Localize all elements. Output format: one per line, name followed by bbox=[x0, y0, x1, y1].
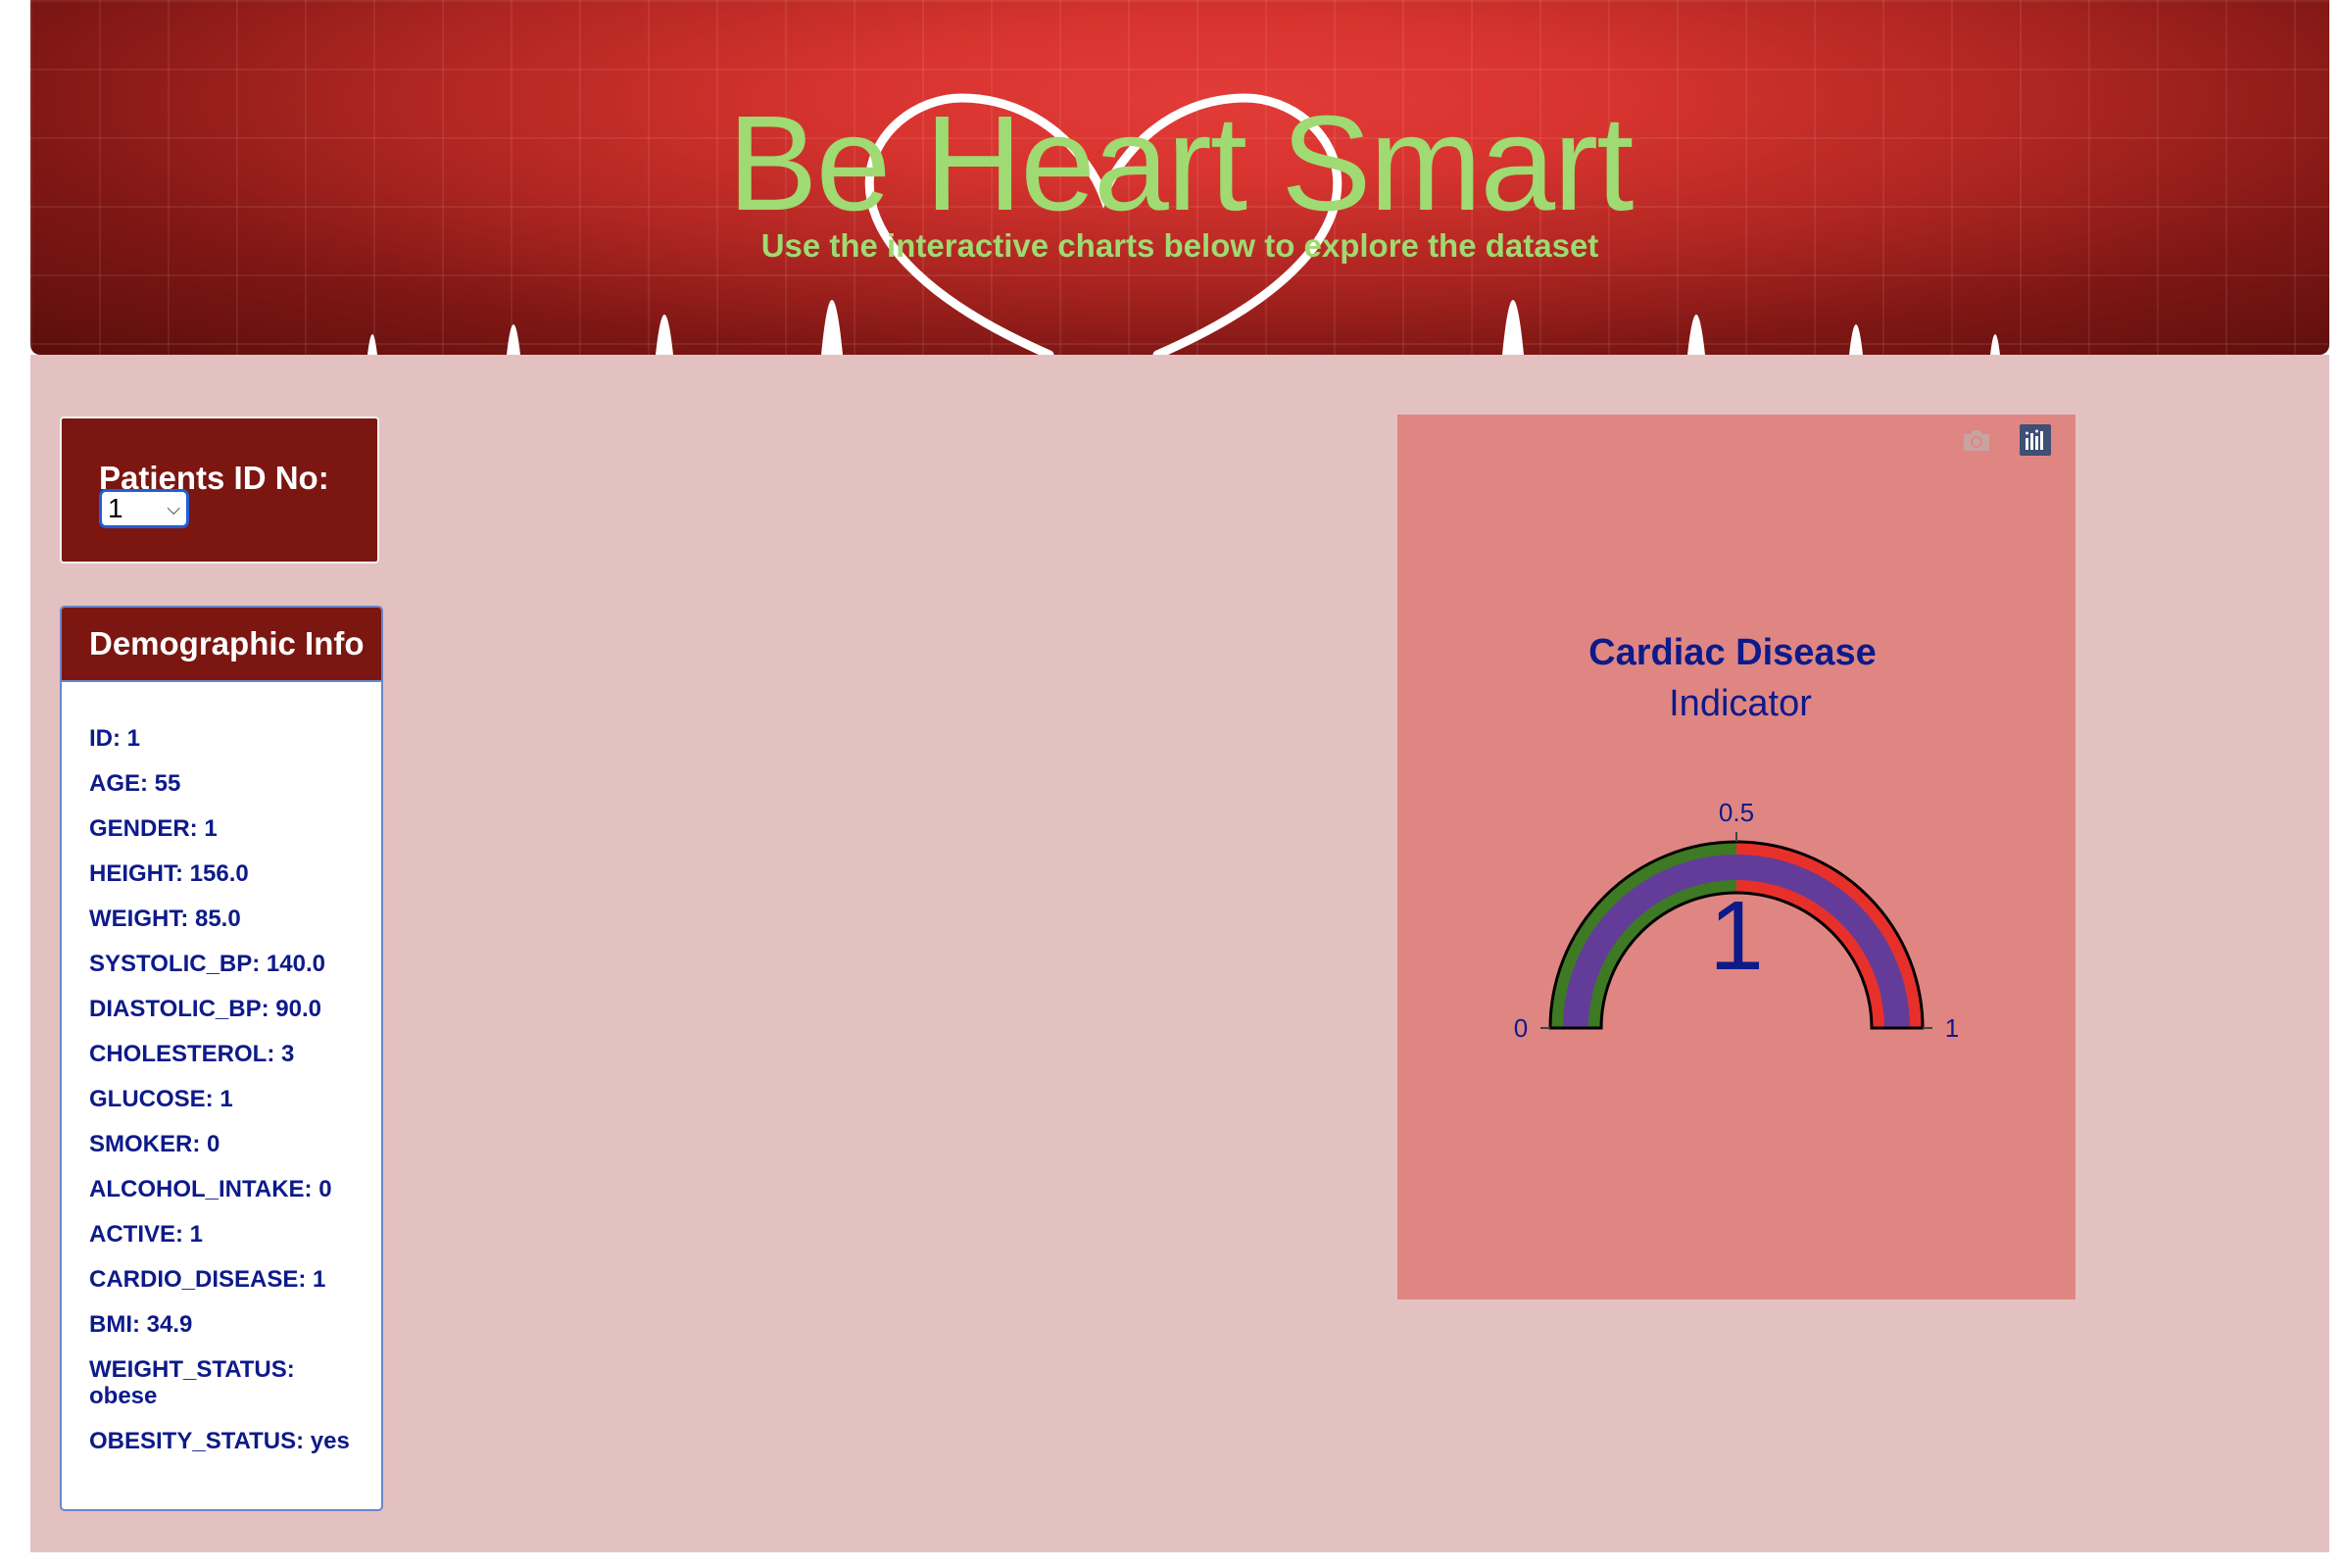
page-title: Be Heart Smart bbox=[727, 88, 1635, 239]
info-item-weight-status: WEIGHT_STATUS: obese bbox=[89, 1356, 295, 1409]
header-banner: Be Heart Smart Use the interactive chart… bbox=[30, 0, 2329, 355]
info-item-age: AGE: 55 bbox=[89, 770, 181, 797]
gauge-tick-label-0: 0 bbox=[1514, 1013, 1528, 1043]
info-item-smoker: SMOKER: 0 bbox=[89, 1131, 220, 1157]
dashboard-content: Patients ID No: 1 ⌵ Demographic Info ID:… bbox=[30, 355, 2329, 1552]
gauge-tick-label-1: 0.5 bbox=[1719, 798, 1754, 827]
chevron-down-icon: ⌵ bbox=[167, 498, 180, 518]
info-item-weight: WEIGHT: 85.0 bbox=[89, 906, 241, 932]
gauge-tick-label-2: 1 bbox=[1945, 1013, 1959, 1043]
patient-select-panel: Patients ID No: 1 ⌵ bbox=[60, 416, 379, 564]
demographic-info-list: ID: 1 AGE: 55 GENDER: 1 HEIGHT: 156.0 WE… bbox=[62, 682, 381, 1454]
info-item-diastolic-bp: DIASTOLIC_BP: 90.0 bbox=[89, 996, 321, 1022]
info-item-alcohol-intake: ALCOHOL_INTAKE: 0 bbox=[89, 1176, 332, 1202]
info-item-height: HEIGHT: 156.0 bbox=[89, 860, 249, 887]
page-subtitle: Use the interactive charts below to expl… bbox=[760, 227, 1599, 264]
info-item-active: ACTIVE: 1 bbox=[89, 1221, 204, 1248]
cardiac-gauge-chart: Cardiac Disease Indicator 0 0.5 1 1 bbox=[1397, 415, 2075, 1299]
info-item-systolic-bp: SYSTOLIC_BP: 140.0 bbox=[89, 951, 325, 977]
demographic-info-title: Demographic Info bbox=[62, 608, 381, 682]
info-item-bmi: BMI: 34.9 bbox=[89, 1311, 193, 1338]
info-item-glucose: GLUCOSE: 1 bbox=[89, 1086, 233, 1112]
info-item-id: ID: 1 bbox=[89, 725, 141, 752]
demographic-info-panel: Demographic Info ID: 1 AGE: 55 GENDER: 1… bbox=[60, 606, 383, 1511]
patient-id-dropdown[interactable]: 1 ⌵ bbox=[99, 489, 189, 528]
info-item-cholesterol: CHOLESTEROL: 3 bbox=[89, 1041, 295, 1067]
gauge-title-line1: Cardiac Disease bbox=[1588, 632, 1877, 673]
info-item-gender: GENDER: 1 bbox=[89, 815, 218, 842]
info-item-obesity-status: OBESITY_STATUS: yes bbox=[89, 1428, 350, 1454]
patient-id-selected-value: 1 bbox=[108, 493, 123, 523]
gauge-value-number: 1 bbox=[1709, 881, 1764, 991]
gauge-title-line2: Indicator bbox=[1669, 683, 1812, 724]
info-item-cardio-disease: CARDIO_DISEASE: 1 bbox=[89, 1266, 326, 1293]
gauge-plot-area: Cardiac Disease Indicator 0 0.5 1 1 bbox=[1514, 632, 1959, 1043]
